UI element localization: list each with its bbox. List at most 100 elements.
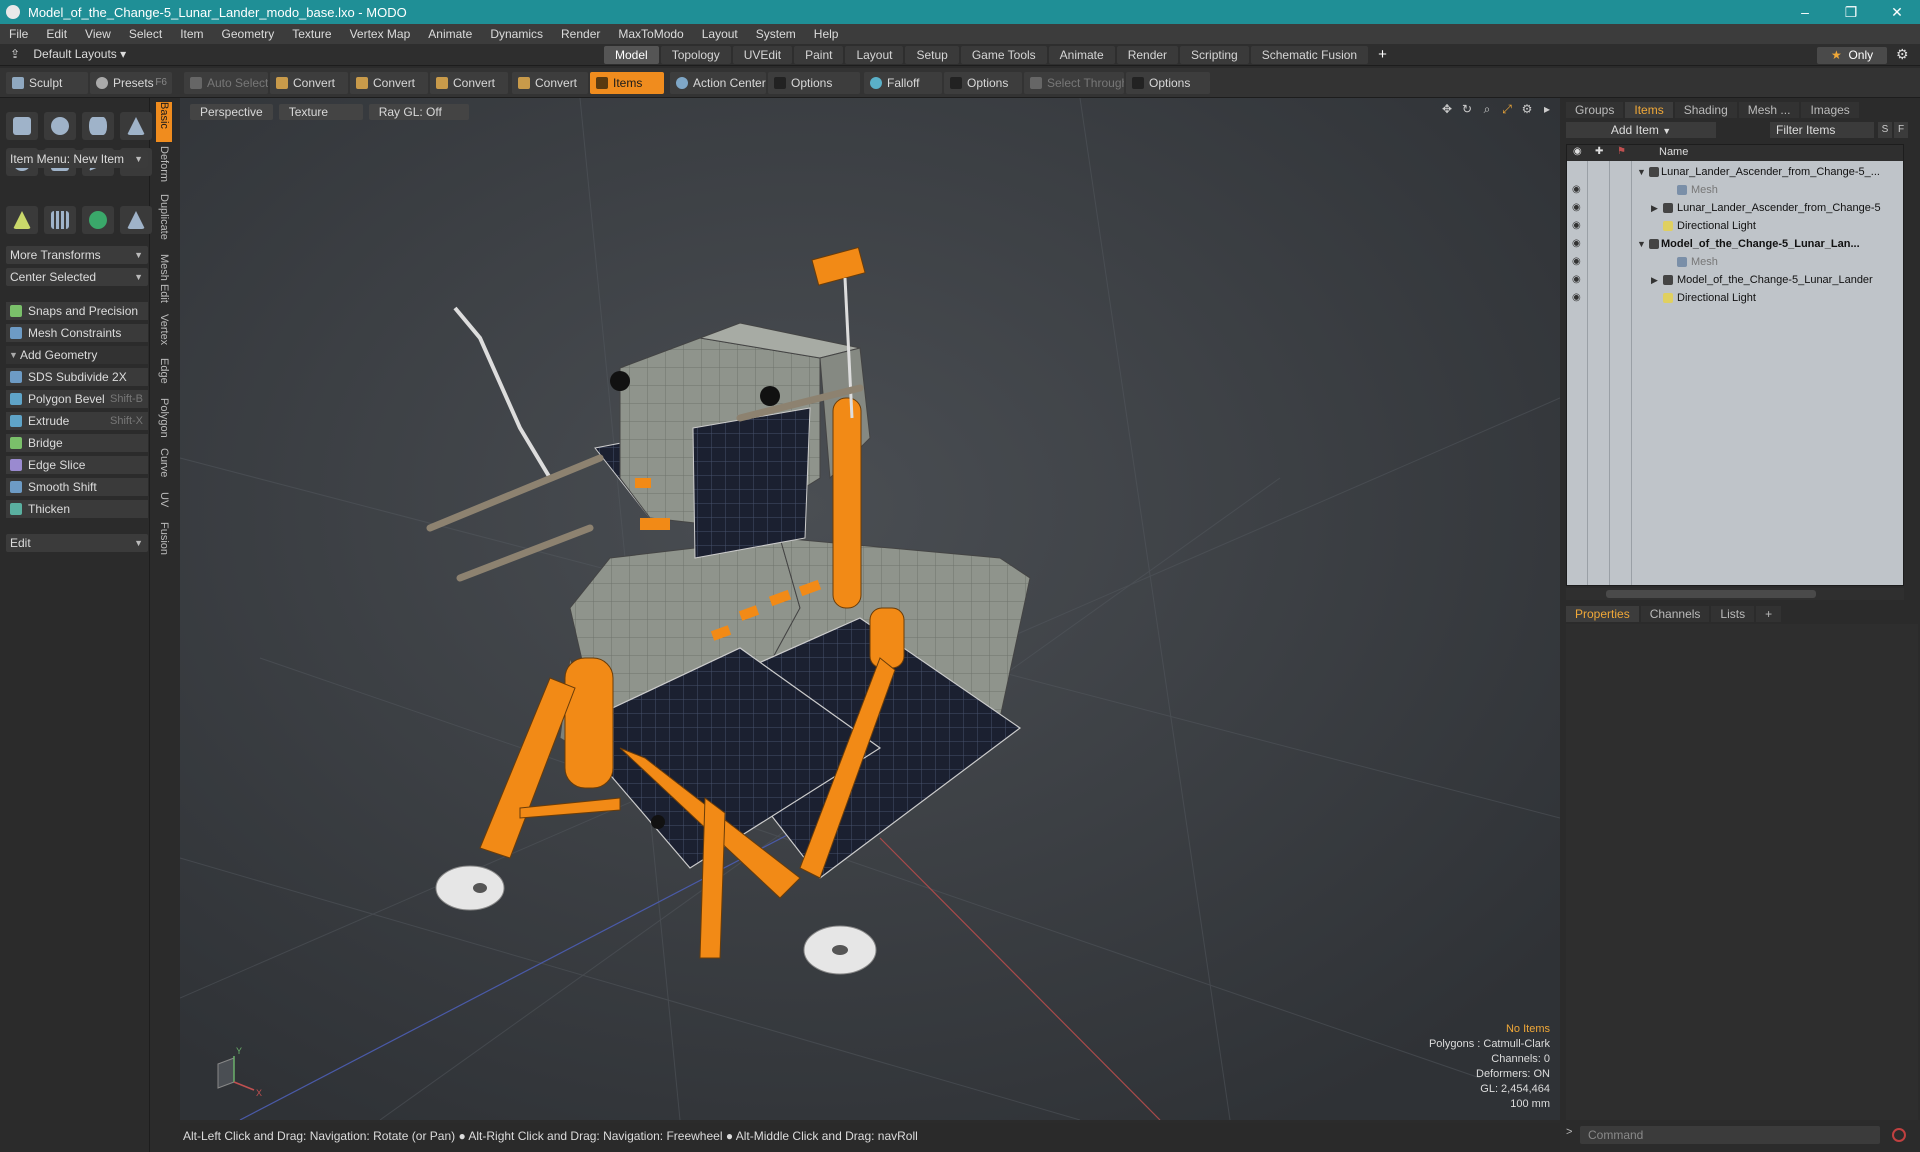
sidetab-polygon[interactable]: Polygon: [156, 398, 172, 444]
menu-render[interactable]: Render: [552, 24, 609, 44]
edit-dropdown[interactable]: Edit ▼: [6, 534, 148, 552]
expand-arrow-icon[interactable]: ▼: [1637, 235, 1646, 253]
tab-items[interactable]: Items: [1625, 102, 1673, 118]
more-transforms-dropdown[interactable]: More Transforms ▼: [6, 246, 148, 264]
tab-lists[interactable]: Lists: [1711, 606, 1755, 622]
tree-row-lander-mesh[interactable]: ◉ Mesh: [1567, 253, 1903, 271]
tab-channels[interactable]: Channels: [1640, 606, 1710, 622]
smooth-shift-button[interactable]: Smooth Shift: [6, 478, 148, 496]
menu-layout[interactable]: Layout: [693, 24, 747, 44]
snaps-precision-button[interactable]: Snaps and Precision: [6, 302, 148, 320]
sidetab-edge[interactable]: Edge: [156, 358, 172, 394]
tab-animate[interactable]: Animate: [1048, 46, 1115, 64]
menu-select[interactable]: Select: [120, 24, 171, 44]
action-center-button[interactable]: Action Center: [670, 72, 766, 94]
sidetab-vertex[interactable]: Vertex: [156, 314, 172, 354]
command-history-icon[interactable]: >: [1566, 1126, 1572, 1138]
expand-arrow-icon[interactable]: ▼: [1637, 163, 1646, 181]
options-button-3[interactable]: Options: [1126, 72, 1210, 94]
rotate-icon[interactable]: ↻: [1460, 102, 1474, 116]
filter-s-button[interactable]: S: [1878, 122, 1892, 138]
add-properties-tab-icon[interactable]: +: [1756, 606, 1782, 622]
eye-icon[interactable]: ◉: [1572, 217, 1581, 235]
eye-icon[interactable]: ◉: [1572, 235, 1581, 253]
falloff-button[interactable]: Falloff: [864, 72, 942, 94]
grid-button[interactable]: [44, 206, 76, 234]
scale-button[interactable]: [120, 206, 152, 234]
texture-button[interactable]: Texture: [278, 104, 363, 120]
close-icon[interactable]: ✕: [1874, 0, 1920, 24]
tree-row-ascender-group[interactable]: ▼ Lunar_Lander_Ascender_from_Change-5_..…: [1567, 163, 1903, 181]
tab-paint[interactable]: Paint: [794, 46, 844, 64]
cube-primitive-button[interactable]: [6, 112, 38, 140]
item-menu-dropdown[interactable]: Item Menu: New Item ▼: [6, 150, 148, 168]
convert-polygon-button[interactable]: Convert: [430, 72, 508, 94]
sculpt-button[interactable]: Sculpt: [6, 72, 88, 94]
tab-images[interactable]: Images: [1801, 102, 1859, 118]
menu-animate[interactable]: Animate: [419, 24, 481, 44]
tree-row-ascender-light[interactable]: ◉ Directional Light: [1567, 217, 1903, 235]
tab-groups[interactable]: Groups: [1566, 102, 1624, 118]
tab-model[interactable]: Model: [604, 46, 659, 64]
sidetab-basic[interactable]: Basic: [156, 102, 172, 142]
eye-icon[interactable]: ◉: [1572, 289, 1581, 307]
tab-render[interactable]: Render: [1116, 46, 1179, 64]
sidetab-curve[interactable]: Curve: [156, 448, 172, 488]
tree-row-lander-light[interactable]: ◉ Directional Light: [1567, 289, 1903, 307]
center-selected-dropdown[interactable]: Center Selected ▼: [6, 268, 148, 286]
only-toggle[interactable]: ★ Only: [1817, 47, 1887, 64]
tab-layout[interactable]: Layout: [845, 46, 904, 64]
gear-icon[interactable]: ⚙: [1896, 46, 1909, 63]
tree-row-lander-locator[interactable]: ◉ ▶ Model_of_the_Change-5_Lunar_Lander: [1567, 271, 1903, 289]
default-layouts-dropdown[interactable]: ⇪ Default Layouts ▾: [10, 47, 126, 61]
edge-slice-button[interactable]: Edge Slice: [6, 456, 148, 474]
eye-icon[interactable]: ◉: [1572, 199, 1581, 217]
menu-vertex-map[interactable]: Vertex Map: [341, 24, 420, 44]
expand-arrow-icon[interactable]: ▶: [1651, 271, 1658, 289]
tab-setup[interactable]: Setup: [905, 46, 959, 64]
convert-edge-button[interactable]: Convert: [350, 72, 428, 94]
sidetab-deform[interactable]: Deform: [156, 146, 172, 190]
mesh-constraints-button[interactable]: Mesh Constraints: [6, 324, 148, 342]
sphere-primitive-button[interactable]: [44, 112, 76, 140]
eye-icon[interactable]: ◉: [1572, 181, 1581, 199]
tab-properties[interactable]: Properties: [1566, 606, 1639, 622]
extrude-button[interactable]: Extrude Shift-X: [6, 412, 148, 430]
expand-arrow-icon[interactable]: ▶: [1651, 199, 1658, 217]
select-through-button[interactable]: Select Through: [1024, 72, 1124, 94]
options-button-1[interactable]: Options: [768, 72, 860, 94]
convert-item-button[interactable]: Convert: [512, 72, 588, 94]
tab-uvedit[interactable]: UVEdit: [732, 46, 793, 64]
menu-maxtomodo[interactable]: MaxToModo: [609, 24, 692, 44]
polygon-bevel-button[interactable]: Polygon Bevel Shift-B: [6, 390, 148, 408]
menu-file[interactable]: File: [0, 24, 37, 44]
tab-topology[interactable]: Topology: [660, 46, 731, 64]
menu-view[interactable]: View: [76, 24, 120, 44]
eye-icon[interactable]: ◉: [1572, 253, 1581, 271]
perspective-button[interactable]: Perspective: [190, 104, 273, 120]
sidetab-fusion[interactable]: Fusion: [156, 522, 172, 562]
add-geometry-header[interactable]: ▼ Add Geometry: [6, 346, 148, 364]
sidetab-duplicate[interactable]: Duplicate: [156, 194, 172, 250]
menu-item[interactable]: Item: [171, 24, 212, 44]
menu-geometry[interactable]: Geometry: [213, 24, 284, 44]
menu-dynamics[interactable]: Dynamics: [481, 24, 552, 44]
sidetab-uv[interactable]: UV: [156, 492, 172, 518]
3d-viewport[interactable]: Perspective Texture Ray GL: Off ✥ ↻ ⌕ ⤢ …: [180, 98, 1560, 1120]
bridge-button[interactable]: Bridge: [6, 434, 148, 452]
raygl-button[interactable]: Ray GL: Off: [368, 104, 469, 120]
tab-shading[interactable]: Shading: [1674, 102, 1737, 118]
zoom-icon[interactable]: ⌕: [1480, 102, 1494, 116]
options-button-2[interactable]: Options: [944, 72, 1022, 94]
menu-edit[interactable]: Edit: [37, 24, 76, 44]
tab-scripting[interactable]: Scripting: [1180, 46, 1249, 64]
tree-horizontal-scrollbar[interactable]: [1566, 588, 1904, 600]
command-record-icon[interactable]: [1892, 1128, 1906, 1142]
pan-icon[interactable]: ✥: [1440, 102, 1454, 116]
filter-f-button[interactable]: F: [1894, 122, 1908, 138]
rotate-button[interactable]: [82, 206, 114, 234]
eye-icon[interactable]: ◉: [1572, 271, 1581, 289]
convert-vertex-button[interactable]: Convert: [270, 72, 348, 94]
cylinder-primitive-button[interactable]: [82, 112, 114, 140]
auto-select-button[interactable]: Auto Select: [184, 72, 268, 94]
